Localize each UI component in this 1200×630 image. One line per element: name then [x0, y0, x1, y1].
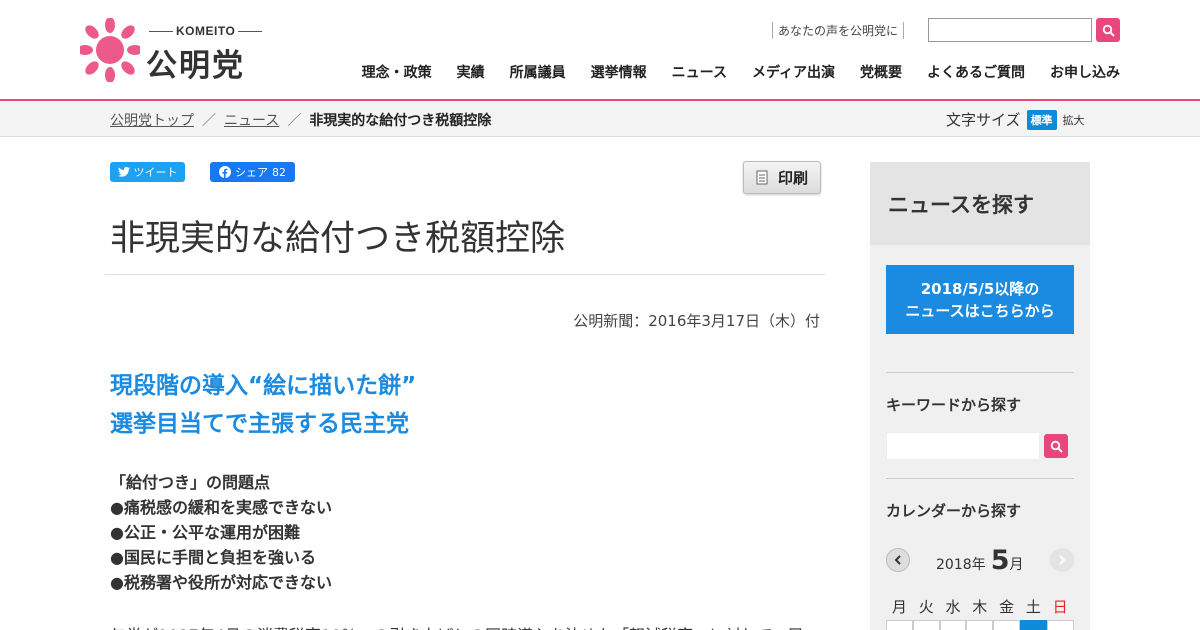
banner-line: 2018/5/5以降の — [920, 279, 1040, 298]
nav-item-members[interactable]: 所属議員 — [510, 62, 566, 82]
new-news-banner[interactable]: 2018/5/5以降の ニュースはこちらから — [886, 265, 1074, 334]
calendar-month-suffix: 月 — [1009, 557, 1024, 573]
header-search-button[interactable] — [1096, 18, 1120, 42]
article-body: 与党が2017年4月の消費税率10％への引き上げとの同時導入を決めた「軽減税率」… — [110, 622, 804, 630]
search-icon — [1102, 24, 1115, 37]
main-navigation: 理念・政策 実績 所属議員 選挙情報 ニュース メディア出演 党概要 よくあるご… — [362, 62, 1120, 82]
sidebar-divider — [886, 372, 1074, 373]
chevron-right-icon — [1059, 555, 1066, 565]
article-title: 非現実的な給付つき税額控除 — [110, 219, 566, 259]
article-subhead: 現段階の導入“絵に描いた餅” — [110, 373, 417, 399]
nav-item-achievements[interactable]: 実績 — [457, 62, 485, 82]
calendar-search-label: カレンダーから探す — [886, 502, 1022, 520]
header-search-input[interactable] — [928, 18, 1092, 42]
search-icon — [1050, 440, 1063, 453]
banner-line: ニュースはこちらから — [905, 301, 1055, 320]
news-search-sidebar: ニュースを探す 2018/5/5以降の ニュースはこちらから キーワードから探す… — [870, 162, 1090, 630]
breadcrumb-separator: ／ — [287, 113, 302, 129]
calendar-day-cell[interactable] — [966, 620, 994, 630]
nav-item-policy[interactable]: 理念・政策 — [362, 62, 432, 82]
nav-item-apply[interactable]: お申し込み — [1050, 62, 1120, 82]
font-size-standard-button[interactable]: 標準 — [1026, 109, 1057, 130]
breadcrumb-bar: 公明党トップ ／ ニュース ／ 非現実的な給付つき税額控除 文字サイズ 標準 拡… — [0, 101, 1200, 137]
nav-item-about[interactable]: 党概要 — [860, 62, 902, 82]
calendar-day-cell[interactable] — [939, 620, 967, 630]
sidebar-heading: ニュースを探す — [870, 162, 1090, 245]
calendar-next-month-button[interactable] — [1050, 548, 1074, 572]
key-point-item: ●公正・公平な運用が困難 — [110, 523, 300, 542]
font-size-large-button[interactable]: 拡大 — [1063, 112, 1085, 128]
calendar-year: 2018年 — [936, 557, 986, 573]
print-document-icon — [756, 170, 768, 184]
sidebar-divider — [886, 478, 1074, 479]
key-point-item: ●税務署や役所が対応できない — [110, 573, 332, 592]
tweet-label: ツイート — [133, 166, 178, 179]
voice-link[interactable]: あなたの声を公明党に — [772, 22, 905, 39]
logo-english: KOMEITO — [146, 24, 265, 38]
breadcrumb: 公明党トップ ／ ニュース ／ 非現実的な給付つき税額控除 — [110, 110, 491, 130]
nav-item-faq[interactable]: よくあるご質問 — [927, 62, 1025, 82]
calendar-prev-month-button[interactable] — [886, 548, 910, 572]
calendar-day-cell[interactable] — [993, 620, 1020, 630]
nav-item-media[interactable]: メディア出演 — [752, 62, 835, 82]
calendar-day-cell[interactable] — [1046, 620, 1074, 630]
weekday-label: 土 — [1025, 598, 1041, 616]
calendar-weekday-header: 月 火 水 木 金 土 日 — [886, 596, 1074, 617]
key-point-item: ●痛税感の緩和を実感できない — [110, 498, 332, 517]
keyword-search-label: キーワードから探す — [886, 396, 1022, 414]
tweet-button[interactable]: ツイート — [110, 162, 185, 182]
calendar-month-title: 2018年 5月 — [936, 545, 1024, 576]
twitter-icon — [117, 167, 130, 177]
facebook-share-button[interactable]: シェア 82 — [210, 162, 295, 182]
weekday-label: 火 — [918, 598, 934, 616]
article-date: 公明新聞：2016年3月17日（木）付 — [573, 312, 820, 330]
site-header: KOMEITO 公明党 あなたの声を公明党に 理念・政策 実績 所属議員 選挙情… — [0, 0, 1200, 100]
chevron-left-icon — [894, 555, 901, 565]
facebook-share-count: 82 — [272, 165, 286, 179]
nav-item-news[interactable]: ニュース — [672, 62, 727, 82]
calendar-month-number: 5 — [990, 545, 1010, 576]
print-button[interactable]: 印刷 — [743, 161, 821, 194]
key-points: 「給付つき」の問題点 ●痛税感の緩和を実感できない ●公正・公平な運用が困難 ●… — [110, 470, 332, 595]
weekday-label-sunday: 日 — [1052, 598, 1068, 616]
logo-japanese: 公明党 — [146, 48, 245, 84]
komeito-logo[interactable]: KOMEITO 公明党 — [80, 18, 265, 84]
key-points-heading: 「給付つき」の問題点 — [110, 473, 271, 492]
key-point-item: ●国民に手間と負担を強いる — [110, 548, 316, 567]
font-size-control: 文字サイズ 標準 拡大 — [946, 109, 1085, 130]
keyword-search-button[interactable] — [1044, 434, 1068, 458]
calendar-day-cell-selected[interactable] — [1019, 620, 1047, 630]
breadcrumb-current: 非現実的な給付つき税額控除 — [309, 113, 492, 129]
nav-item-elections[interactable]: 選挙情報 — [591, 62, 647, 82]
keyword-search-input[interactable] — [886, 432, 1040, 460]
weekday-label: 金 — [999, 598, 1015, 616]
calendar-day-row — [886, 620, 1074, 630]
title-divider — [105, 274, 825, 275]
facebook-icon — [219, 166, 231, 178]
weekday-label: 木 — [972, 598, 988, 616]
breadcrumb-news[interactable]: ニュース — [224, 110, 279, 130]
sun-logo-icon — [80, 18, 140, 82]
weekday-label: 水 — [945, 598, 961, 616]
article-subhead: 選挙目当てで主張する民主党 — [110, 411, 409, 437]
calendar-day-cell[interactable] — [886, 620, 913, 630]
weekday-label: 月 — [891, 598, 907, 616]
calendar-day-cell[interactable] — [912, 620, 940, 630]
facebook-share-label: シェア — [235, 166, 268, 179]
breadcrumb-home[interactable]: 公明党トップ — [110, 110, 194, 130]
font-size-label: 文字サイズ — [946, 111, 1021, 129]
breadcrumb-separator: ／ — [202, 113, 216, 129]
print-label: 印刷 — [777, 169, 808, 187]
